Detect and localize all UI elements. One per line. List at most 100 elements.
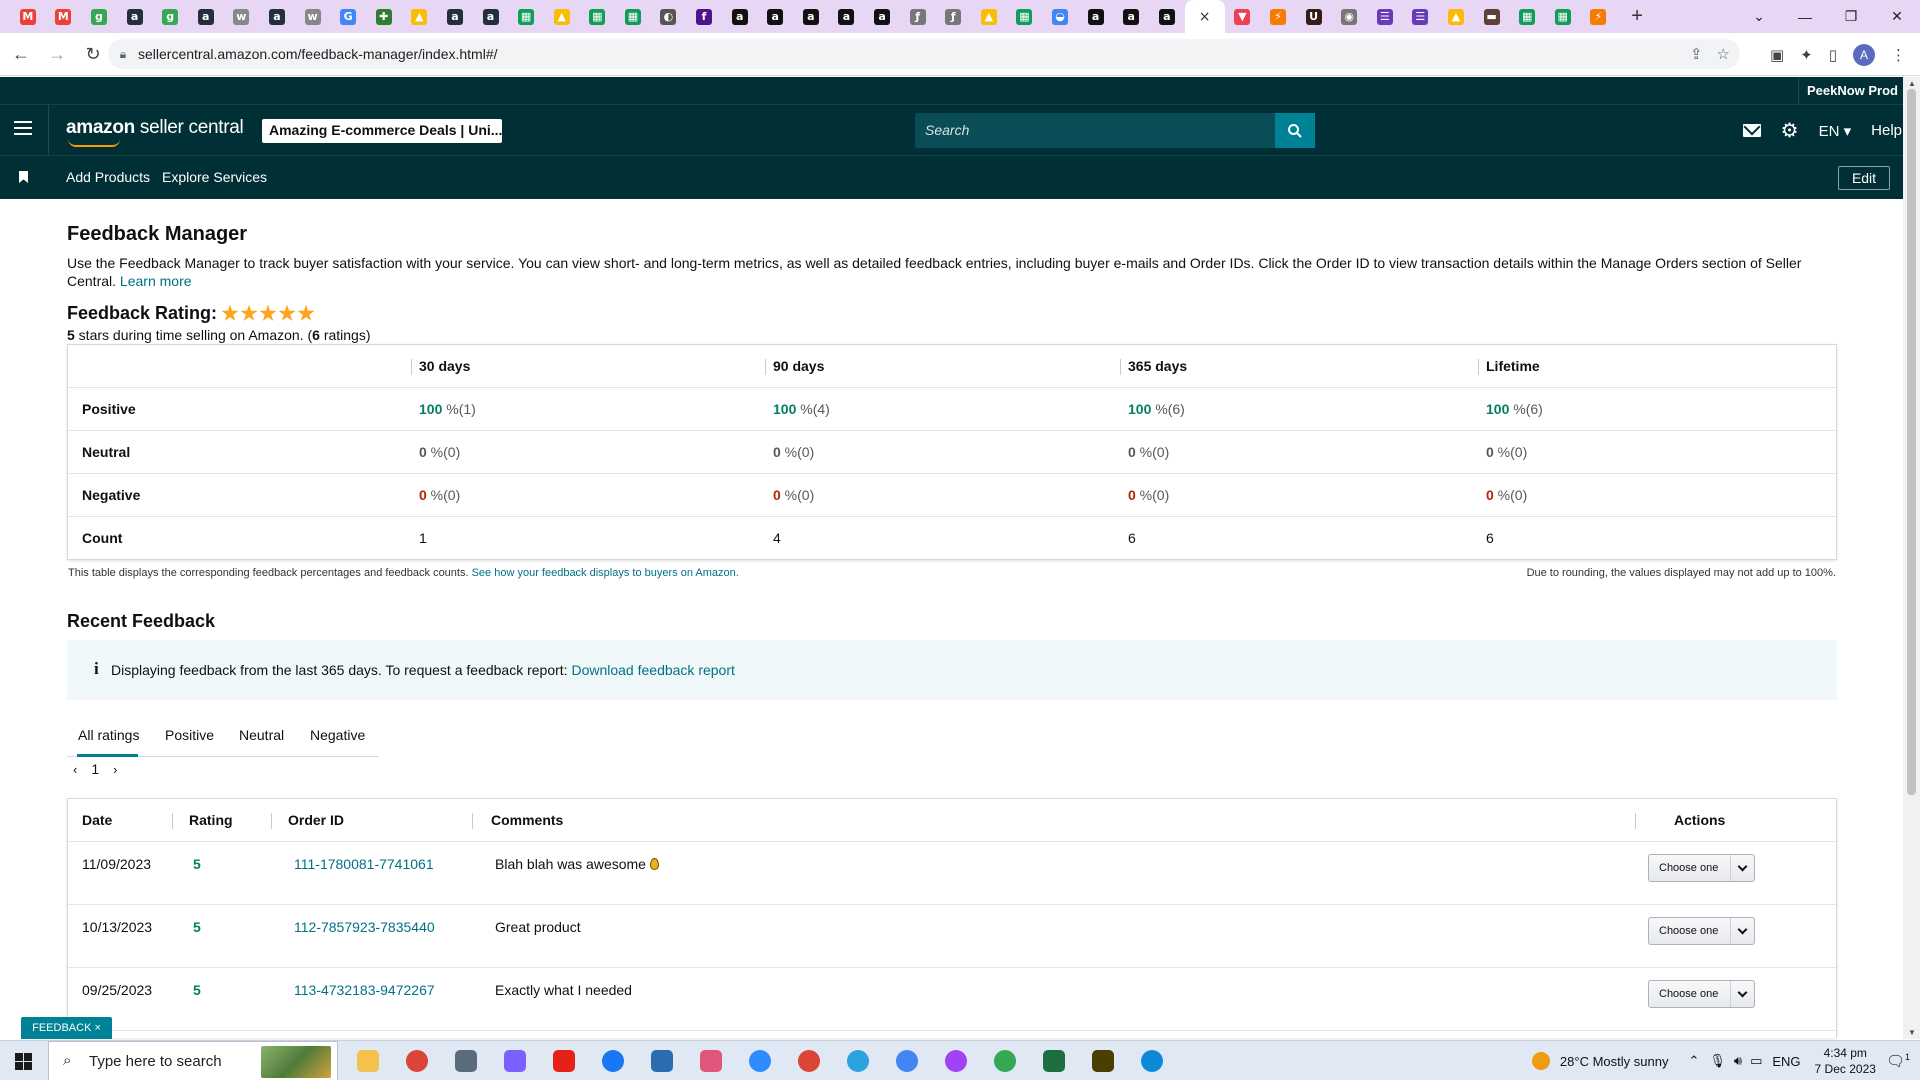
browser-tab[interactable]: a	[722, 0, 758, 33]
store-selector[interactable]: Amazing E-commerce Deals | Uni...	[262, 119, 502, 143]
chevron-down-icon[interactable]	[1730, 855, 1754, 881]
browser-tab[interactable]: g	[81, 0, 117, 33]
file-explorer-icon[interactable]	[352, 1045, 384, 1077]
search-box[interactable]: Search	[915, 113, 1315, 148]
page-scrollbar[interactable]: ▲ ▼	[1903, 77, 1920, 1039]
learn-more-link[interactable]: Learn more	[120, 273, 192, 289]
browser-tab[interactable]: ▬	[1474, 0, 1510, 33]
browser-tab[interactable]: w	[224, 0, 260, 33]
search-input[interactable]: Search	[925, 122, 969, 138]
language-selector[interactable]: EN ▾	[1819, 122, 1852, 140]
browser-tab[interactable]: a	[864, 0, 900, 33]
extensions-puzzle-icon[interactable]: ✦	[1800, 46, 1813, 64]
telegram-icon[interactable]	[842, 1045, 874, 1077]
browser-tab[interactable]: g	[152, 0, 188, 33]
browser-tab[interactable]: a	[437, 0, 473, 33]
copilot-icon[interactable]	[499, 1045, 531, 1077]
browser-tab[interactable]: ▦	[1509, 0, 1545, 33]
extension-off-icon[interactable]: ▣	[1770, 46, 1784, 64]
notification-center-icon[interactable]: 🗨︎1	[1886, 1052, 1910, 1070]
browser-tab[interactable]: G	[330, 0, 366, 33]
browser-tab[interactable]: a	[188, 0, 224, 33]
scroll-up-icon[interactable]: ▲	[1908, 79, 1916, 88]
browser-tab[interactable]: ▲	[971, 0, 1007, 33]
action-dropdown[interactable]: Choose one	[1648, 980, 1755, 1008]
tab-neutral[interactable]: Neutral	[239, 727, 284, 743]
browser-tab[interactable]: ▦	[508, 0, 544, 33]
browser-tab[interactable]: a	[793, 0, 829, 33]
browser-tab[interactable]: a	[117, 0, 153, 33]
browser-tab[interactable]: ▦	[1007, 0, 1043, 33]
browser-tab[interactable]: a	[757, 0, 793, 33]
calculator-icon[interactable]	[450, 1045, 482, 1077]
youtube-icon[interactable]	[548, 1045, 580, 1077]
see-feedback-display-link[interactable]: See how your feedback displays to buyers…	[472, 567, 739, 579]
clock[interactable]: 4:34 pm 7 Dec 2023	[1815, 1045, 1876, 1077]
browser-tab[interactable]: ☰	[1403, 0, 1439, 33]
previous-page-icon[interactable]: ‹	[73, 762, 77, 777]
profile-avatar[interactable]: A	[1853, 43, 1875, 66]
forward-button[interactable]: →	[42, 39, 72, 69]
chrome-icon[interactable]	[891, 1045, 923, 1077]
order-id-link[interactable]: 111-1780081-7741061	[294, 842, 434, 887]
browser-tab[interactable]: w	[295, 0, 331, 33]
hamburger-menu-icon[interactable]	[14, 121, 32, 135]
feedback-widget-button[interactable]: FEEDBACK ×	[21, 1017, 112, 1039]
browser-tab[interactable]: ▲	[1438, 0, 1474, 33]
tab-all-ratings[interactable]: All ratings	[78, 727, 139, 743]
weather-icon[interactable]	[1531, 1052, 1550, 1070]
browser-tab[interactable]: ⚡	[1581, 0, 1617, 33]
browser-tab[interactable]: ◒	[1042, 0, 1078, 33]
new-tab-button[interactable]: +	[1622, 0, 1652, 33]
browser-tab[interactable]: a	[1078, 0, 1114, 33]
order-id-link[interactable]: 113-4732183-9472267	[294, 968, 435, 1013]
browser-tab[interactable]: ✚	[366, 0, 402, 33]
browser-tab[interactable]: M	[46, 0, 82, 33]
windows-start-icon[interactable]	[15, 1053, 32, 1070]
speaker-icon[interactable]: 🔊︎	[1734, 1053, 1742, 1069]
browser-tab[interactable]: a	[1113, 0, 1149, 33]
next-page-icon[interactable]: ›	[113, 762, 117, 777]
order-id-link[interactable]: 112-7857923-7835440	[294, 905, 435, 950]
download-feedback-report-link[interactable]: Download feedback report	[571, 662, 734, 678]
browser-tab[interactable]: ☰	[1367, 0, 1403, 33]
nav-explore-services[interactable]: Explore Services	[162, 169, 267, 185]
minimize-button[interactable]: —	[1782, 0, 1828, 33]
browser-tab[interactable]: ⚡	[1260, 0, 1296, 33]
close-tab-icon[interactable]: ×	[1197, 9, 1213, 25]
browser-tab[interactable]: f	[686, 0, 722, 33]
address-bar[interactable]: 🔒︎ sellercentral.amazon.com/feedback-man…	[108, 39, 1740, 69]
browser-tab[interactable]: ▦	[615, 0, 651, 33]
browser-tab[interactable]: a	[473, 0, 509, 33]
browser-tab[interactable]: ▲	[402, 0, 438, 33]
reload-button[interactable]: ↻	[78, 39, 108, 69]
snipping-icon[interactable]	[695, 1045, 727, 1077]
bookmark-star-icon[interactable]: ☆	[1717, 45, 1730, 63]
mail-icon[interactable]	[1742, 124, 1761, 137]
chrome-icon[interactable]	[401, 1045, 433, 1077]
store-icon[interactable]	[646, 1045, 678, 1077]
microphone-icon[interactable]: 🎙︎	[1709, 1053, 1726, 1069]
side-panel-icon[interactable]: ▯	[1829, 46, 1837, 64]
help-link[interactable]: Help	[1871, 122, 1902, 139]
language-indicator[interactable]: ENG	[1772, 1054, 1800, 1069]
browser-tab[interactable]: a	[259, 0, 295, 33]
search-button[interactable]	[1275, 113, 1315, 148]
browser-tab[interactable]: ▼	[1225, 0, 1261, 33]
share-icon[interactable]: ⇪	[1690, 45, 1703, 63]
back-button[interactable]: ←	[6, 39, 36, 69]
browser-tab[interactable]: ▲	[544, 0, 580, 33]
nav-add-products[interactable]: Add Products	[66, 169, 150, 185]
show-hidden-icons[interactable]: ⌃	[1688, 1053, 1699, 1069]
action-dropdown[interactable]: Choose one	[1648, 917, 1755, 945]
url-text[interactable]: sellercentral.amazon.com/feedback-manage…	[138, 46, 498, 62]
tab-negative[interactable]: Negative	[310, 727, 365, 743]
browser-tab[interactable]: ƒ	[900, 0, 936, 33]
account-switcher[interactable]: PeekNow Prod	[1797, 77, 1898, 104]
browser-tab[interactable]: ◉	[1331, 0, 1367, 33]
browser-tab-active[interactable]: ×	[1184, 0, 1225, 33]
bookmark-icon[interactable]	[19, 171, 28, 183]
gear-icon[interactable]: ⚙	[1781, 121, 1799, 141]
scrollbar-thumb[interactable]	[1907, 89, 1916, 795]
facebook-icon[interactable]	[597, 1045, 629, 1077]
